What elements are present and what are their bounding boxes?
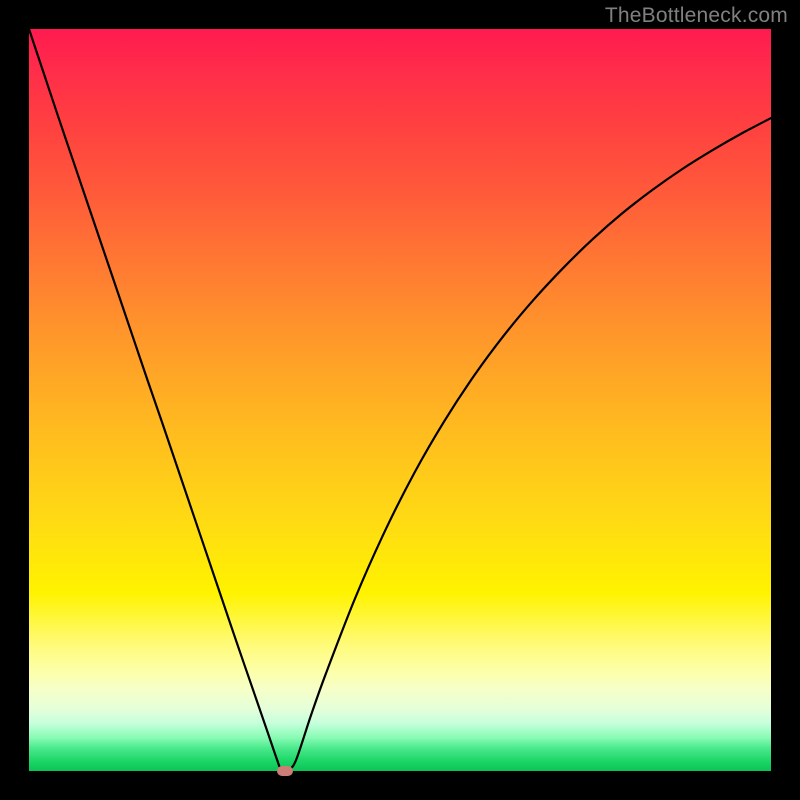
optimal-point-marker (277, 766, 293, 776)
watermark-text: TheBottleneck.com (605, 4, 788, 28)
plot-area (29, 29, 771, 771)
chart-frame: TheBottleneck.com (0, 0, 800, 800)
bottleneck-curve (29, 29, 771, 771)
